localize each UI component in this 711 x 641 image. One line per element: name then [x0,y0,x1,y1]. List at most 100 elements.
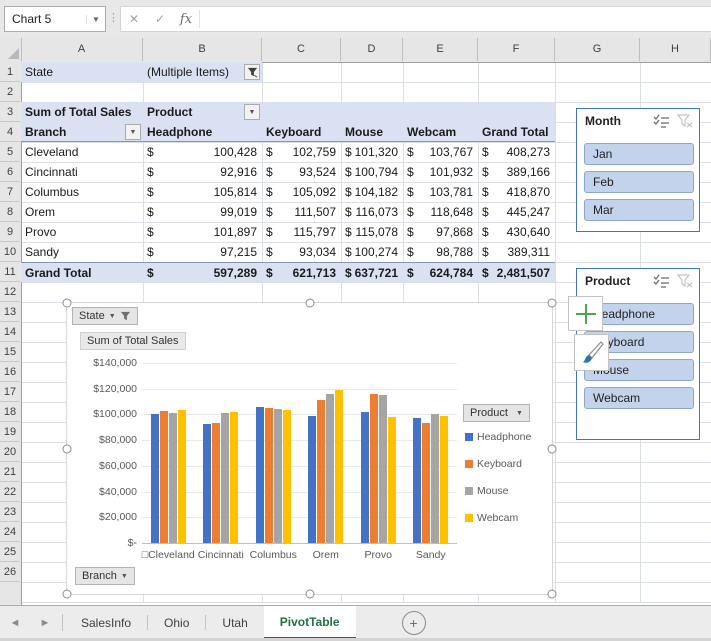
pivot-value-cell[interactable]: $2,481,507 [478,262,555,282]
pivot-column-header[interactable]: Mouse [341,122,403,142]
chart-bar-keyboard[interactable] [265,408,273,543]
filter-funnel-button[interactable] [244,64,260,80]
column-header-f[interactable]: F [478,38,555,61]
pivot-filter-label[interactable]: State [21,62,143,82]
pivot-column-header[interactable]: Keyboard [262,122,341,142]
chart-bar-webcam[interactable] [388,417,396,543]
row-header-26[interactable]: 26 [0,562,20,582]
chart-bar-headphone[interactable] [413,418,421,543]
pivot-value-cell[interactable]: $111,507 [262,202,341,222]
column-header-e[interactable]: E [403,38,478,61]
selection-handle[interactable] [548,590,557,599]
pivot-column-header[interactable]: Headphone [143,122,262,142]
row-header-13[interactable]: 13 [0,302,20,322]
pivot-value-cell[interactable]: $93,034 [262,242,341,262]
chart-bar-keyboard[interactable] [370,394,378,543]
chart-bar-headphone[interactable] [203,424,211,543]
select-all-corner[interactable] [0,38,22,61]
multi-select-icon[interactable] [653,114,671,128]
slicer-item-feb[interactable]: Feb [584,171,694,193]
chart-filter-button-state[interactable]: State▼ [72,307,138,325]
sheet-tab-ohio[interactable]: Ohio [148,606,205,639]
pivot-value-cell[interactable]: $100,794 [341,162,403,182]
chart-bar-headphone[interactable] [361,412,369,543]
chart-bar-headphone[interactable] [308,416,316,543]
pivot-value-cell[interactable]: $101,320 [341,142,403,162]
row-header-7[interactable]: 7 [0,182,20,202]
chart-bar-mouse[interactable] [326,394,334,543]
selection-handle[interactable] [63,445,72,454]
pivot-value-cell[interactable]: $105,814 [143,182,262,202]
pivot-row-label[interactable]: Cleveland [21,142,143,162]
new-sheet-button[interactable]: + [402,611,426,635]
row-header-9[interactable]: 9 [0,222,20,242]
chart-bar-webcam[interactable] [230,412,238,543]
chart-bar-mouse[interactable] [379,395,387,543]
pivot-value-cell[interactable]: $430,640 [478,222,555,242]
branch-dropdown-button[interactable]: ▼ [125,124,141,140]
selection-handle[interactable] [548,445,557,454]
sheet-tab-utah[interactable]: Utah [206,606,263,639]
column-header-c[interactable]: C [262,38,341,61]
pivot-row-label[interactable]: Sandy [21,242,143,262]
chart-bar-mouse[interactable] [169,413,177,543]
row-header-3[interactable]: 3 [0,102,20,122]
row-header-4[interactable]: 4 [0,122,20,142]
product-dropdown-button[interactable]: ▼ [244,104,260,120]
row-header-2[interactable]: 2 [0,82,20,102]
row-header-12[interactable]: 12 [0,282,20,302]
slicer-item-jan[interactable]: Jan [584,143,694,165]
chart-value-field-button[interactable]: Sum of Total Sales [80,332,186,350]
row-header-5[interactable]: 5 [0,142,20,162]
row-header-14[interactable]: 14 [0,322,20,342]
multi-select-icon[interactable] [653,274,671,288]
column-header-h[interactable]: H [640,38,711,61]
pivot-filter-value[interactable]: (Multiple Items) [143,62,262,82]
chart-bar-headphone[interactable] [256,407,264,543]
chevron-down-icon[interactable]: ▼ [86,15,105,24]
pivot-row-label[interactable]: Orem [21,202,143,222]
cancel-icon[interactable]: ✕ [121,12,147,26]
chart-legend-field-button[interactable]: Product▼ [463,404,530,422]
row-header-22[interactable]: 22 [0,482,20,502]
pivot-column-header[interactable]: Webcam [403,122,478,142]
pivot-value-cell[interactable]: $389,311 [478,242,555,262]
column-header-a[interactable]: A [21,38,143,61]
pivot-row-label[interactable]: Cincinnati [21,162,143,182]
pivot-value-cell[interactable]: $105,092 [262,182,341,202]
pivot-column-field[interactable]: Product▼ [143,102,262,122]
row-header-8[interactable]: 8 [0,202,20,222]
pivot-value-cell[interactable]: $445,247 [478,202,555,222]
column-header-d[interactable]: D [341,38,403,61]
pivot-row-field[interactable]: Branch▼ [21,122,143,142]
pivot-value-cell[interactable]: $637,721 [341,262,403,282]
pivot-value-cell[interactable]: $101,897 [143,222,262,242]
pivot-value-cell[interactable]: $92,916 [143,162,262,182]
name-box[interactable]: Chart 5 ▼ [4,6,106,32]
pivot-value-cell[interactable]: $389,166 [478,162,555,182]
row-header-23[interactable]: 23 [0,502,20,522]
pivot-value-cell[interactable]: $101,932 [403,162,478,182]
chart-bar-webcam[interactable] [335,390,343,543]
chart-bar-keyboard[interactable] [317,400,325,543]
pivot-value-cell[interactable]: $104,182 [341,182,403,202]
row-header-24[interactable]: 24 [0,522,20,542]
chart-bar-webcam[interactable] [283,410,291,543]
sheet-nav-left-icon[interactable]: ◄ [0,606,30,639]
sheet-nav-right-icon[interactable]: ► [30,606,60,639]
row-header-11[interactable]: 11 [0,262,20,282]
pivot-value-cell[interactable]: $115,797 [262,222,341,242]
row-header-6[interactable]: 6 [0,162,20,182]
pivot-value-cell[interactable]: $103,767 [403,142,478,162]
enter-icon[interactable]: ✓ [147,12,173,26]
pivot-value-cell[interactable]: $100,274 [341,242,403,262]
pivot-value-cell[interactable]: $624,784 [403,262,478,282]
pivot-chart[interactable]: State▼Sum of Total SalesProduct▼Branch▼$… [66,302,553,595]
clear-filter-icon[interactable] [677,114,693,128]
pivot-value-cell[interactable]: $597,289 [143,262,262,282]
pivot-value-cell[interactable]: $408,273 [478,142,555,162]
pivot-grand-total-label[interactable]: Grand Total [21,262,143,282]
formula-input[interactable] [200,6,711,32]
selection-handle[interactable] [63,590,72,599]
sheet-tab-salesinfo[interactable]: SalesInfo [65,606,147,639]
